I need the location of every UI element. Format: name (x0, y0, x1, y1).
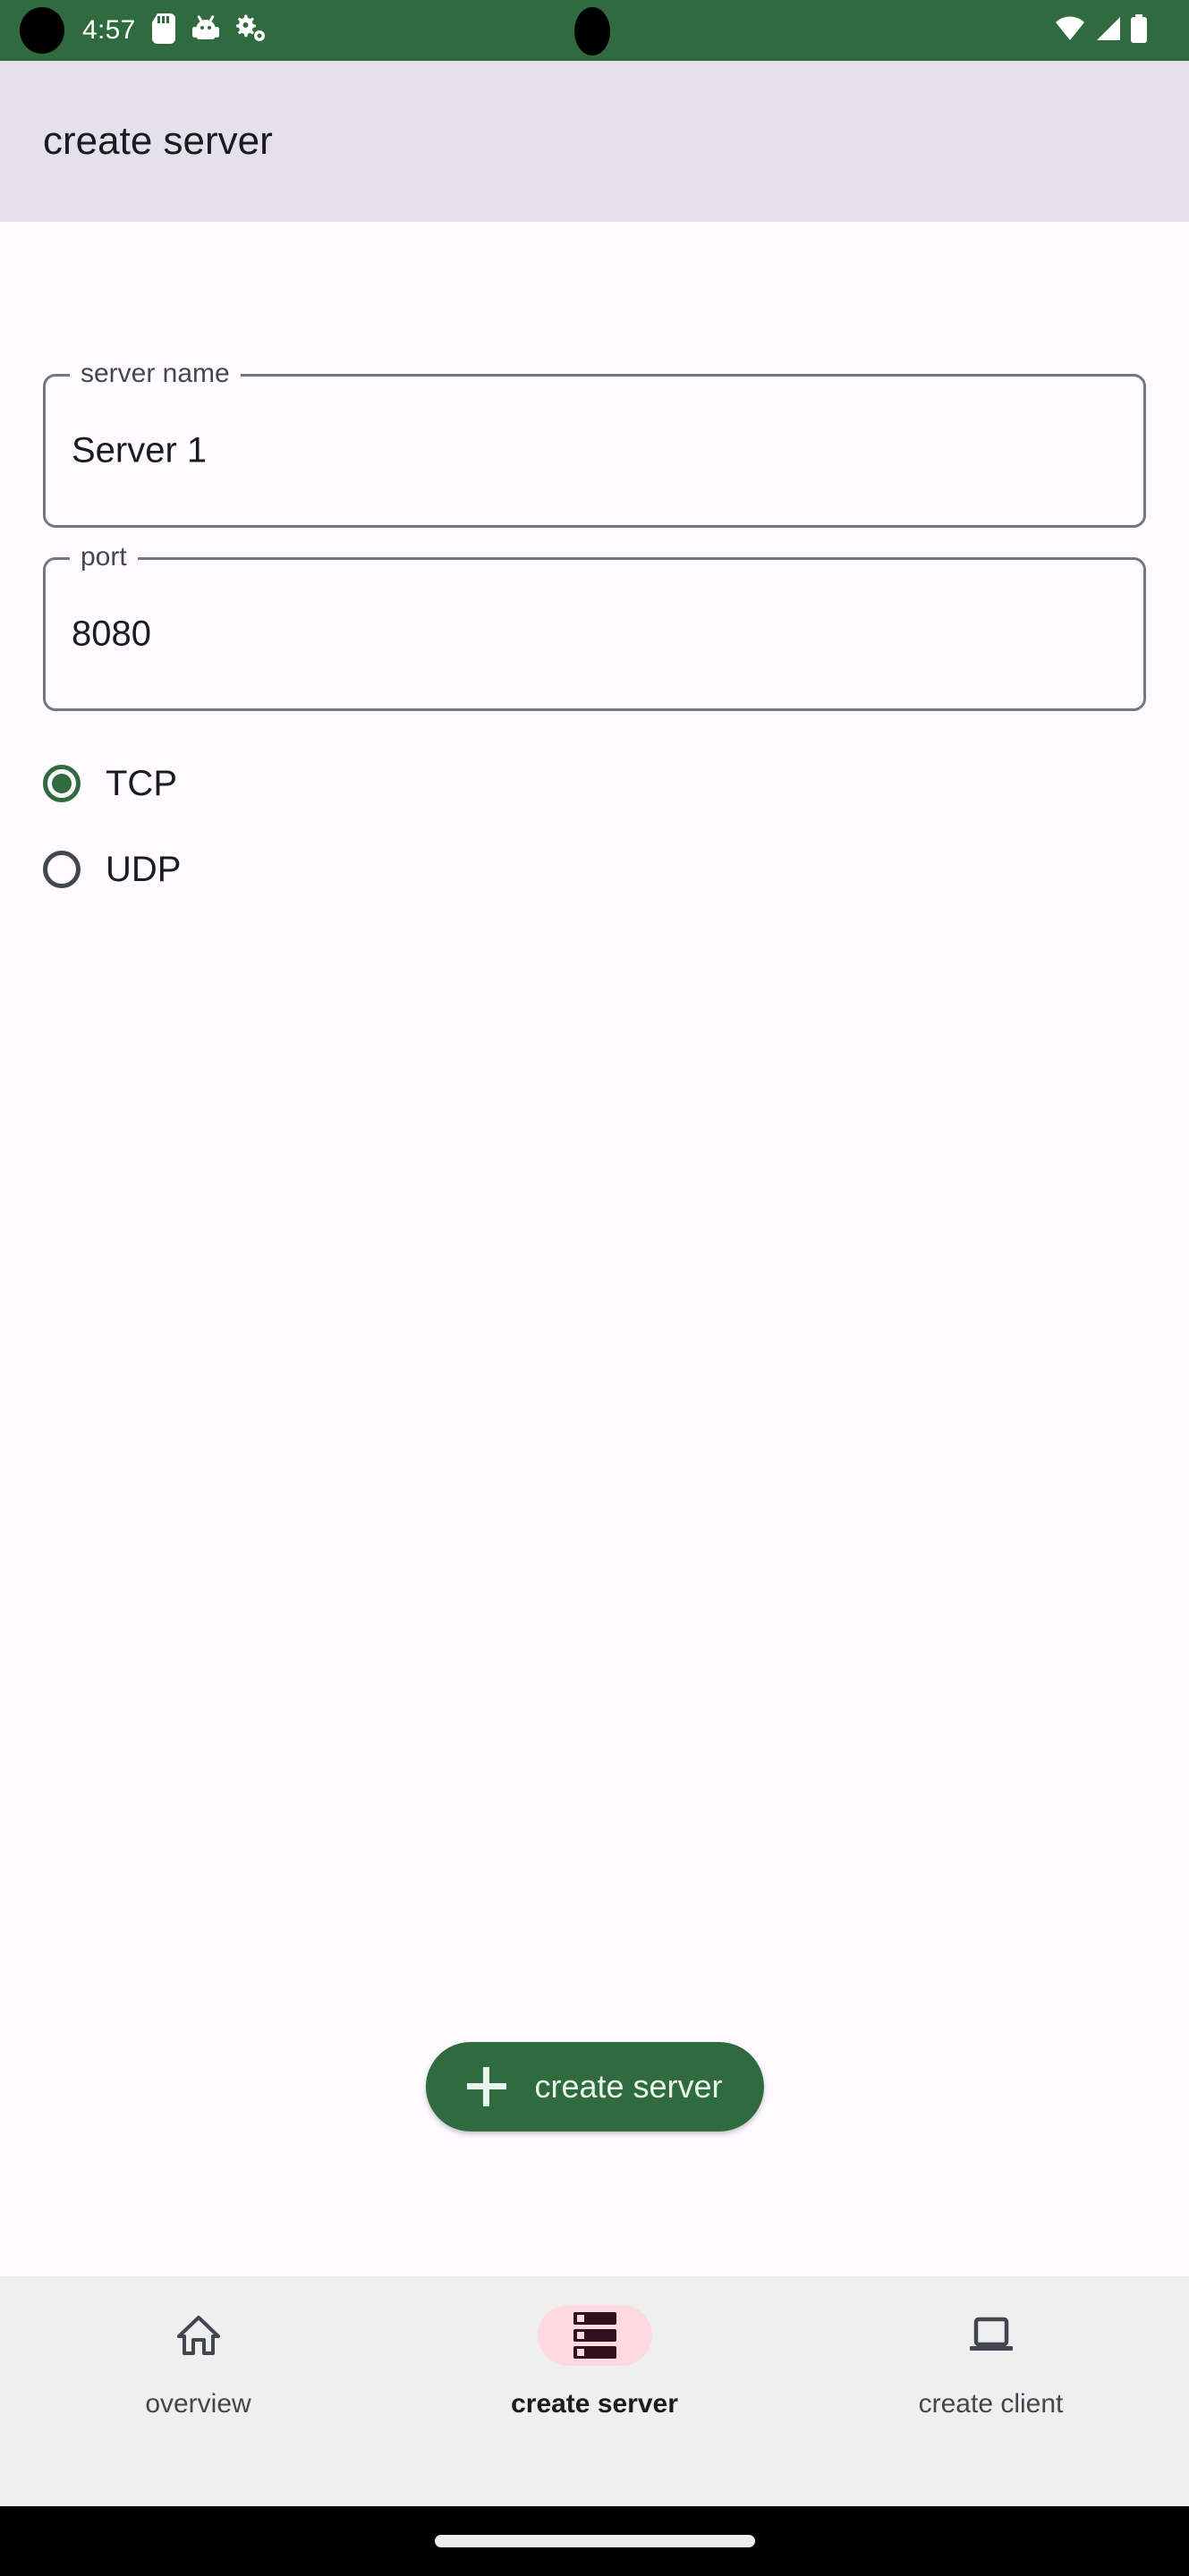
gesture-navigation-bar (0, 2506, 1189, 2576)
settings-gear-icon (235, 14, 267, 47)
server-name-field[interactable]: server name Server 1 (43, 359, 1146, 528)
port-field-outline (43, 557, 1146, 711)
cellular-signal-icon (1094, 16, 1121, 46)
nav-create-client-icon-wrap (934, 2305, 1049, 2366)
server-name-label: server name (70, 359, 241, 389)
laptop-icon (968, 2315, 1015, 2356)
radio-udp-label: UDP (106, 849, 182, 889)
wifi-icon (1055, 16, 1085, 46)
nav-overview-label: overview (145, 2389, 251, 2419)
battery-icon (1130, 13, 1148, 47)
plus-icon (466, 2067, 506, 2106)
create-server-fab[interactable]: create server (425, 2042, 764, 2131)
radio-tcp-label: TCP (106, 763, 177, 803)
status-clock: 4:57 (82, 15, 136, 45)
status-bar-left: 4:57 (30, 13, 267, 48)
status-bar-right (1055, 13, 1159, 47)
content-area: server name Server 1 port 8080 TCP UDP c… (0, 222, 1189, 2276)
server-bar-2 (573, 2329, 616, 2342)
radio-tcp-dot (52, 774, 72, 793)
server-icon (573, 2312, 616, 2359)
create-server-fab-label: create server (534, 2068, 723, 2105)
nav-overview-icon-wrap (141, 2305, 256, 2366)
app-bar: create server (0, 61, 1189, 222)
server-name-field-outline (43, 374, 1146, 528)
server-name-input[interactable]: Server 1 (72, 431, 207, 471)
phone-screen: 4:57 create server server name Server 1 … (0, 0, 1189, 2576)
gesture-handle[interactable] (434, 2535, 755, 2547)
nav-item-overview[interactable]: overview (0, 2276, 396, 2506)
status-bar: 4:57 (0, 0, 1189, 61)
nav-item-create-server[interactable]: create server (396, 2276, 793, 2506)
nav-create-server-icon-wrap (537, 2305, 652, 2366)
radio-udp-icon[interactable] (43, 851, 81, 888)
radio-option-tcp[interactable]: TCP (43, 741, 580, 826)
radio-option-udp[interactable]: UDP (43, 826, 580, 912)
nav-create-server-label: create server (511, 2389, 678, 2419)
page-title: create server (43, 119, 273, 163)
port-label: port (70, 542, 138, 572)
server-bar-1 (573, 2312, 616, 2325)
camera-cutout-center-icon (574, 7, 610, 55)
nav-create-client-label: create client (918, 2389, 1064, 2419)
port-input[interactable]: 8080 (72, 614, 151, 655)
camera-cutout-left-icon (20, 7, 64, 54)
sd-card-icon (151, 13, 175, 48)
server-bar-3 (573, 2346, 616, 2359)
bottom-navigation-bar: overview create server create client (0, 2276, 1189, 2506)
android-bug-icon (191, 14, 220, 47)
radio-tcp-icon[interactable] (43, 765, 81, 802)
port-field[interactable]: port 8080 (43, 542, 1146, 711)
nav-item-create-client[interactable]: create client (793, 2276, 1189, 2506)
protocol-radio-group: TCP UDP (43, 741, 580, 912)
home-icon (176, 2315, 221, 2356)
